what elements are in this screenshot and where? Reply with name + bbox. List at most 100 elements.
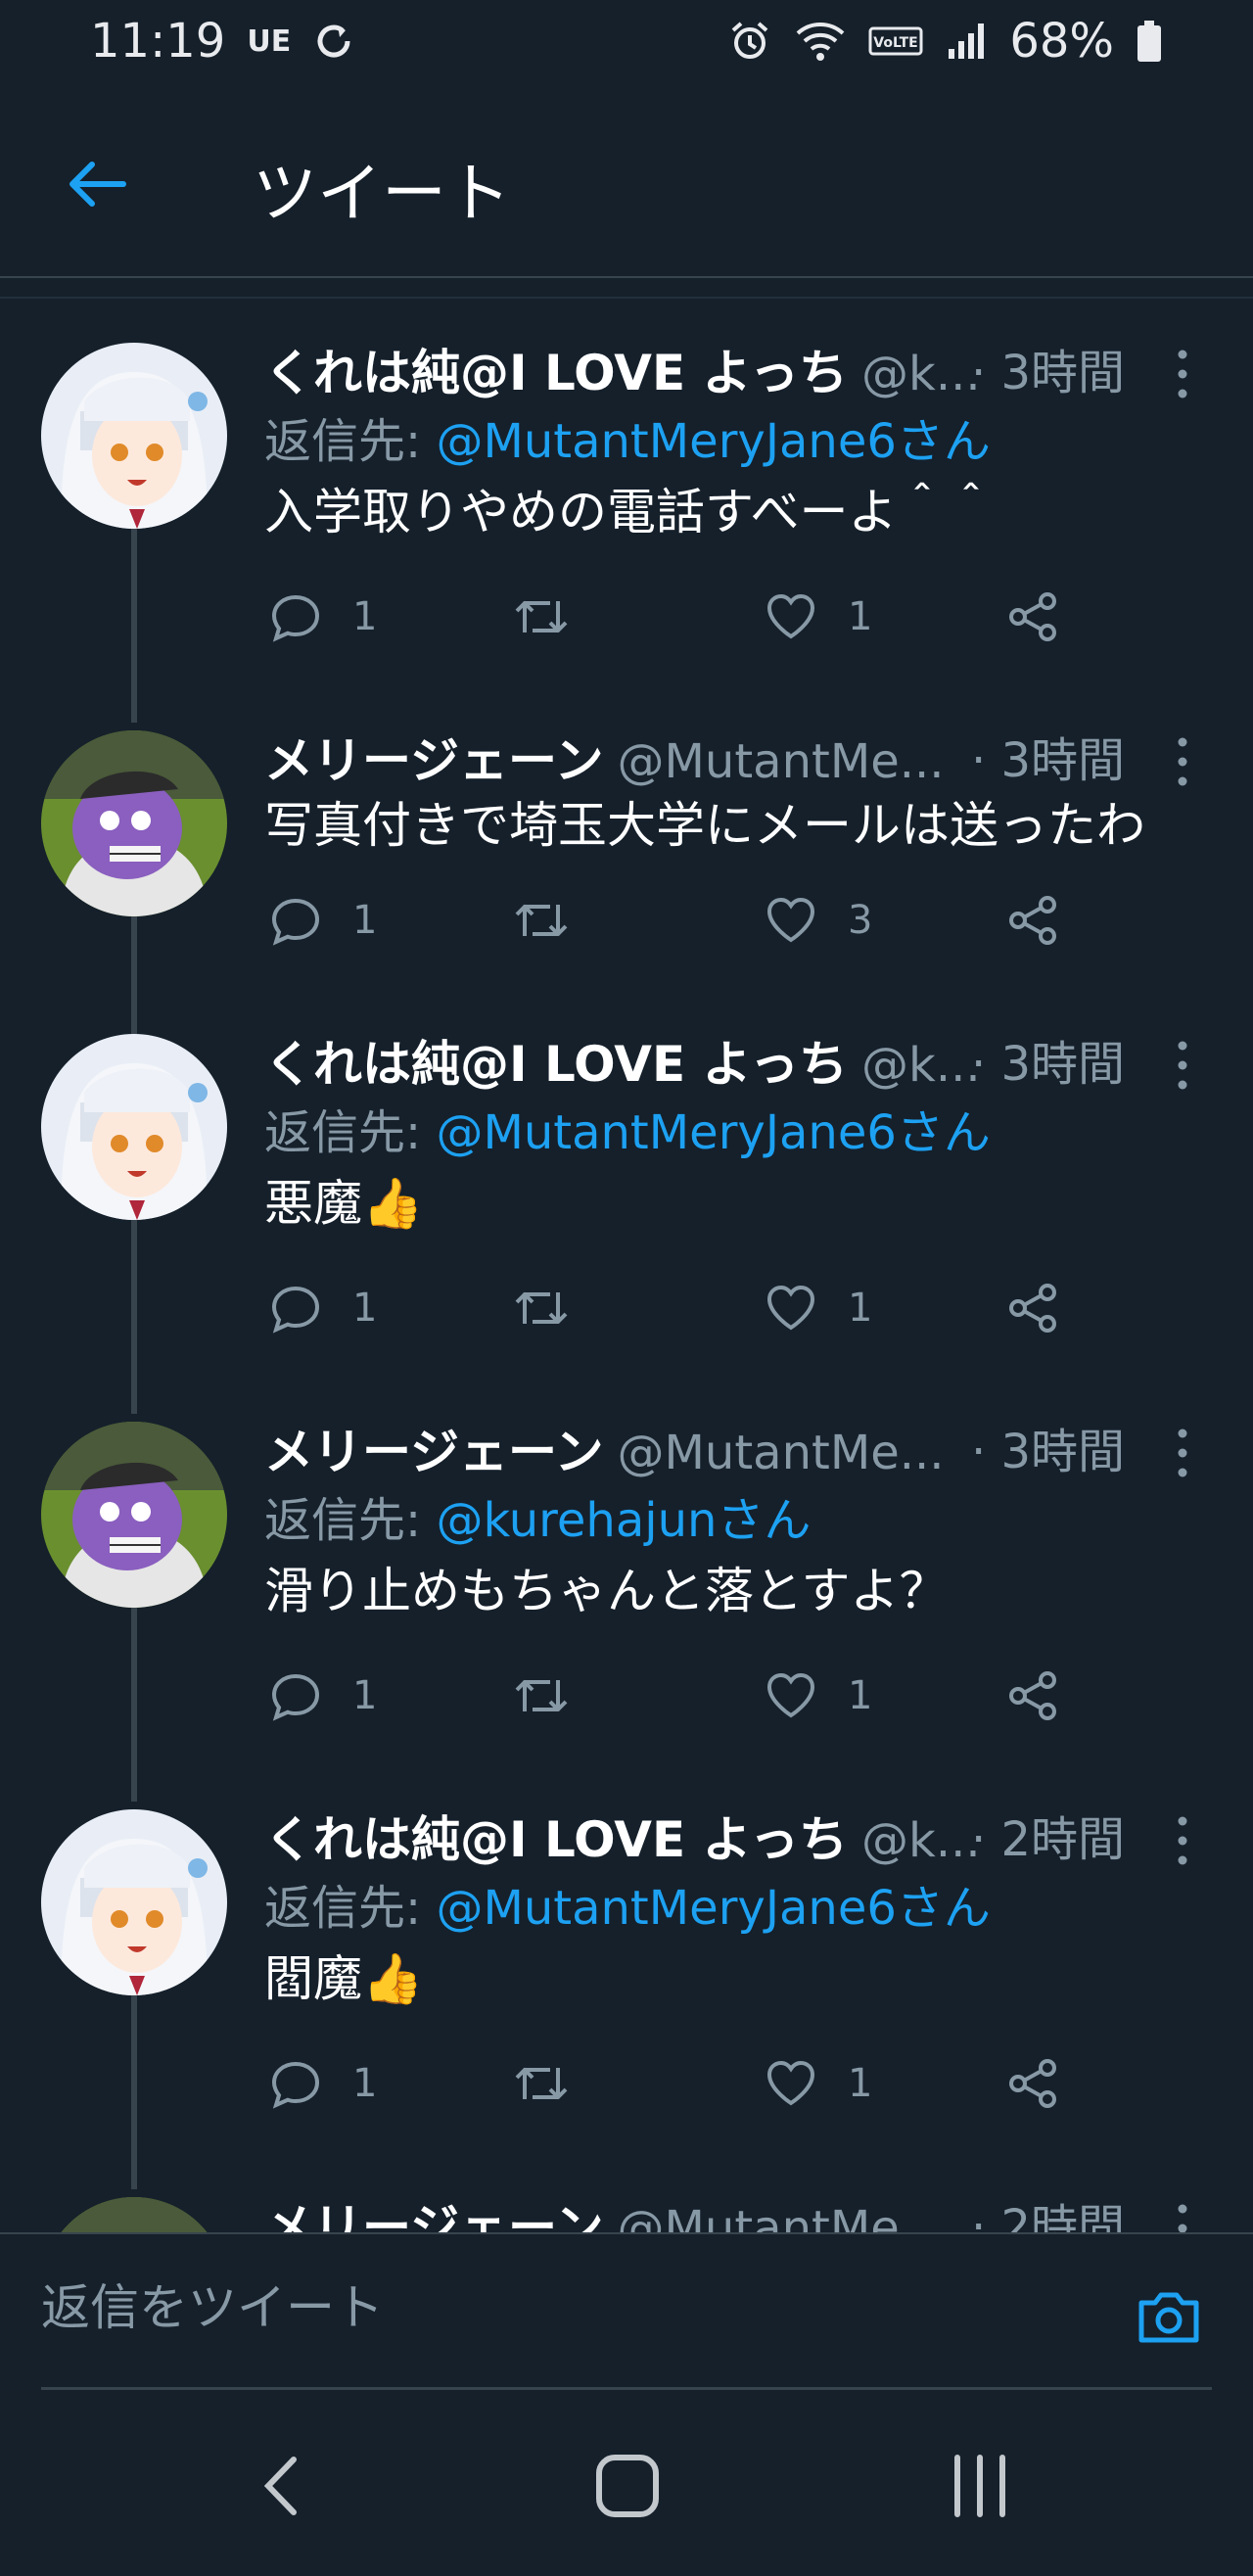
tweet[interactable]: くれは純@I LOVE よっち @k... · 2時間 返信先: @MutantM…	[0, 1790, 1253, 2189]
nav-recents-button[interactable]	[946, 2452, 1014, 2524]
reply-button[interactable]: 1	[268, 1657, 377, 1735]
retweet-button[interactable]	[511, 1657, 601, 1735]
tweet-text: 滑り止めもちゃんと落とすよ？	[264, 1563, 949, 1619]
more-vertical-icon	[1178, 350, 1187, 398]
avatar[interactable]	[41, 1034, 227, 1220]
reply-input[interactable]: 返信をツイート	[41, 2273, 384, 2342]
reply-count: 1	[352, 2061, 378, 2106]
replying-to: 返信先: @MutantMeryJane6さん	[264, 1881, 991, 1936]
heart-icon	[766, 593, 815, 639]
user-handle[interactable]: @k...	[861, 1813, 981, 1868]
more-options-button[interactable]	[1165, 1811, 1200, 1870]
reply-count: 1	[352, 1673, 378, 1718]
retweet-button[interactable]	[511, 2044, 601, 2123]
reply-count: 1	[352, 1286, 378, 1331]
avatar[interactable]	[41, 730, 227, 916]
like-count: 1	[848, 594, 873, 639]
nav-home-button[interactable]	[593, 2452, 662, 2524]
reply-mention-link[interactable]: @MutantMeryJane6さん	[436, 1105, 990, 1160]
tweet-actions: 1 3	[264, 881, 1087, 960]
reply-icon	[271, 2061, 320, 2109]
reply-button[interactable]: 1	[268, 2044, 377, 2123]
more-options-button[interactable]	[1165, 732, 1200, 791]
share-button[interactable]	[1004, 1269, 1063, 1347]
home-square-icon	[596, 2455, 659, 2517]
avatar[interactable]	[41, 1422, 227, 1608]
user-handle[interactable]: @k...	[861, 1038, 981, 1093]
alarm-icon	[731, 22, 768, 59]
share-icon	[1009, 1284, 1056, 1333]
share-button[interactable]	[1004, 1657, 1063, 1735]
retweet-button[interactable]	[511, 881, 601, 960]
status-bar: 11:19 UE VoLTE 68%	[0, 0, 1253, 82]
share-icon	[1009, 592, 1056, 641]
reply-icon	[271, 594, 320, 642]
tweet-actions: 1 1	[264, 2044, 1087, 2123]
tweet-actions: 1 1	[264, 1657, 1087, 1735]
user-handle[interactable]: @MutantMe...	[618, 1426, 945, 1480]
retweet-icon	[515, 601, 568, 632]
reply-mention-link[interactable]: @MutantMeryJane6さん	[436, 414, 990, 469]
more-options-button[interactable]	[1165, 2199, 1200, 2232]
user-handle[interactable]: @MutantMe...	[618, 734, 945, 789]
reply-button[interactable]: 1	[268, 1269, 377, 1347]
more-options-button[interactable]	[1165, 1424, 1200, 1482]
reply-count: 1	[352, 898, 378, 943]
avatar[interactable]	[41, 2197, 227, 2232]
nav-back-button[interactable]	[253, 2452, 311, 2524]
display-name[interactable]: くれは純@I LOVE よっち	[264, 1036, 848, 1093]
retweet-button[interactable]	[511, 578, 601, 656]
more-vertical-icon	[1178, 1041, 1187, 1090]
retweet-button[interactable]	[511, 1269, 601, 1347]
tweet[interactable]: くれは純@I LOVE よっち @k... · 3時間 返信先: @MutantM…	[0, 1014, 1253, 1414]
reply-button[interactable]: 1	[268, 578, 377, 656]
retweet-icon	[515, 905, 568, 936]
like-button[interactable]: 1	[764, 578, 872, 656]
app-header: ツイート	[0, 82, 1253, 278]
thread-connector	[131, 1606, 137, 1802]
replying-to: 返信先: @MutantMeryJane6さん	[264, 414, 991, 469]
display-name[interactable]: メリージェーン	[264, 1424, 604, 1480]
display-name[interactable]: くれは純@I LOVE よっち	[264, 1811, 848, 1868]
more-options-button[interactable]	[1165, 345, 1200, 403]
tweet[interactable]: メリージェーン @MutantMe... · 2時間	[0, 2178, 1253, 2232]
heart-icon	[766, 1672, 815, 1718]
share-button[interactable]	[1004, 2044, 1063, 2123]
avatar[interactable]	[41, 343, 227, 529]
back-button[interactable]	[59, 145, 137, 223]
reply-mention-link[interactable]: @kurehajunさん	[436, 1493, 811, 1548]
tweet-thread: くれは純@I LOVE よっち @k... · 3時間 返信先: @MutantM…	[0, 323, 1253, 2232]
camera-button[interactable]	[1134, 2281, 1204, 2352]
reply-compose-bar: 返信をツイート	[0, 2232, 1253, 2390]
tweet-actions: 1 1	[264, 578, 1087, 656]
like-button[interactable]: 1	[764, 1269, 872, 1347]
user-handle[interactable]: @k...	[861, 347, 981, 401]
reply-button[interactable]: 1	[268, 881, 377, 960]
like-count: 3	[848, 898, 873, 943]
reply-icon	[271, 1286, 320, 1334]
tweet[interactable]: メリージェーン @MutantMe... · 3時間 返信先: @kurehaju…	[0, 1402, 1253, 1802]
avatar[interactable]	[41, 1809, 227, 1995]
tweet-text: 写真付きで埼玉大学にメールは送ったわ	[264, 797, 1145, 854]
recents-icon	[954, 2455, 1005, 2517]
tweet[interactable]: くれは純@I LOVE よっち @k... · 3時間 返信先: @MutantM…	[0, 323, 1253, 723]
display-name[interactable]: くれは純@I LOVE よっち	[264, 345, 848, 401]
like-button[interactable]: 1	[764, 2044, 872, 2123]
thread-connector	[131, 1218, 137, 1414]
display-name[interactable]: メリージェーン	[264, 732, 604, 789]
battery-percentage: 68%	[1009, 14, 1114, 69]
more-vertical-icon	[1178, 737, 1187, 786]
thread-connector	[131, 1993, 137, 2189]
heart-icon	[766, 1285, 815, 1331]
more-options-button[interactable]	[1165, 1036, 1200, 1095]
page-title: ツイート	[253, 156, 511, 231]
share-button[interactable]	[1004, 881, 1063, 960]
like-button[interactable]: 1	[764, 1657, 872, 1735]
display-name[interactable]: メリージェーン	[264, 2199, 604, 2232]
clock: 11:19	[90, 14, 226, 69]
share-button[interactable]	[1004, 578, 1063, 656]
like-button[interactable]: 3	[764, 881, 872, 960]
user-handle[interactable]: @MutantMe...	[618, 2201, 945, 2232]
reply-mention-link[interactable]: @MutantMeryJane6さん	[436, 1881, 990, 1936]
tweet-time: · 2時間	[971, 1812, 1126, 1867]
